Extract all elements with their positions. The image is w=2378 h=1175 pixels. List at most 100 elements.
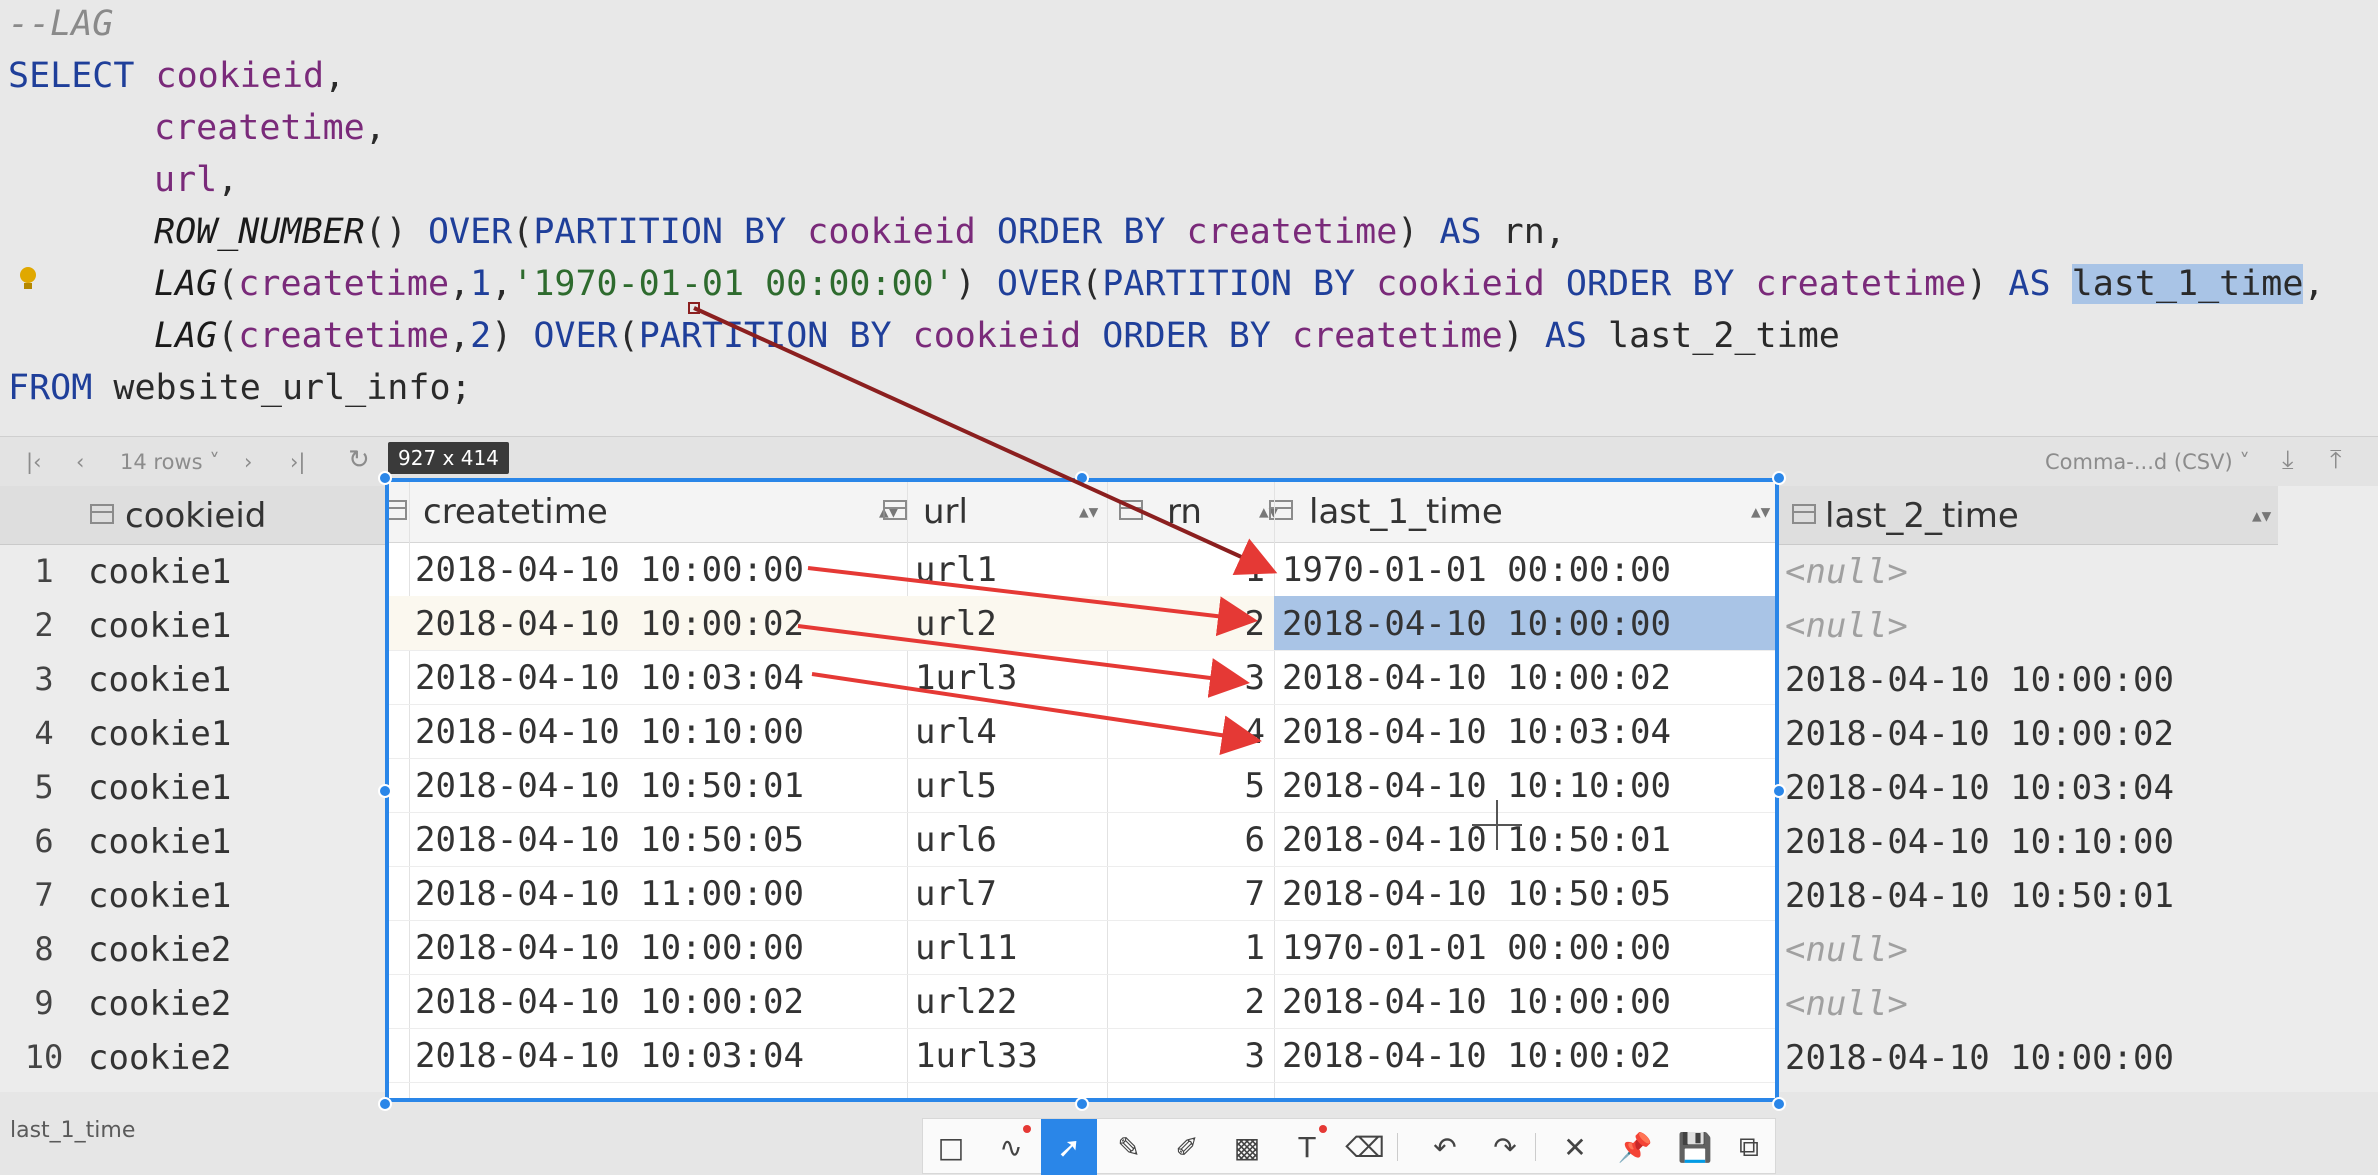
row-number[interactable]: 9 (8, 984, 80, 1022)
cell-last-1-time[interactable]: 2018-04-10 10:50:05 (1282, 874, 1671, 914)
cell-last-1-time[interactable]: 2018-04-10 10:03:04 (1282, 712, 1671, 752)
resize-handle[interactable] (1772, 1097, 1786, 1111)
cell-last-1-time[interactable]: 2018-04-10 10:10:00 (1282, 766, 1671, 806)
screenshot-capture-region[interactable]: createtime ▲▼ url ▲▼ rn ▲▼ last_1_time ▲▼ 2018-0… (385, 478, 1779, 1102)
resize-handle[interactable] (378, 1097, 392, 1111)
close-icon[interactable]: ✕ (1547, 1119, 1603, 1175)
cell-rn[interactable]: 2 (1107, 604, 1265, 644)
cell-url[interactable]: url4 (915, 712, 997, 752)
first-page-icon[interactable]: |‹ (26, 450, 41, 474)
cell-url[interactable]: url2 (915, 604, 997, 644)
cell-last-2-time[interactable]: 2018-04-10 10:03:04 (1785, 768, 2174, 808)
row-number[interactable]: 4 (8, 714, 80, 752)
rows-count-dropdown[interactable]: 14 rows ˅ (120, 450, 220, 474)
row-number[interactable]: 2 (8, 606, 80, 644)
row-number[interactable]: 3 (8, 660, 80, 698)
cell-last-2-time[interactable]: 2018-04-10 10:10:00 (1785, 822, 2174, 862)
cell-url[interactable]: url7 (915, 874, 997, 914)
cell-rn[interactable]: 2 (1107, 982, 1265, 1022)
cell-createtime[interactable]: 2018-04-10 10:50:01 (415, 766, 804, 806)
download-icon[interactable]: ⤓ (2282, 445, 2294, 476)
cell-rn[interactable]: 5 (1107, 766, 1265, 806)
column-divider[interactable] (409, 482, 410, 1098)
cell-url[interactable]: url22 (915, 982, 1017, 1022)
column-header-last-1-time[interactable]: last_1_time (1309, 492, 1503, 532)
cell-last-2-time[interactable]: 2018-04-10 10:00:02 (1785, 714, 2174, 754)
resize-handle[interactable] (378, 784, 392, 798)
copy-icon[interactable]: ⧉ (1721, 1119, 1777, 1175)
cell-last-2-time[interactable]: 2018-04-10 10:50:01 (1785, 876, 2174, 916)
column-divider[interactable] (907, 482, 908, 1098)
column-header-cookieid[interactable]: cookieid (125, 496, 266, 536)
cell-rn[interactable]: 4 (1107, 712, 1265, 752)
cell-last-1-time[interactable]: 1970-01-01 00:00:00 (1282, 928, 1671, 968)
sql-editor[interactable]: --LAG SELECT cookieid, createtime, url, … (0, 0, 2378, 436)
cell-createtime[interactable]: 2018-04-10 10:03:04 (415, 1036, 804, 1076)
cell-createtime[interactable]: 2018-04-10 10:50:05 (415, 820, 804, 860)
pin-icon[interactable]: 📌 (1607, 1119, 1663, 1175)
resize-handle[interactable] (1075, 471, 1089, 485)
row-number[interactable]: 10 (8, 1038, 80, 1076)
cell-createtime[interactable]: 2018-04-10 11:00:00 (415, 874, 804, 914)
cell-url[interactable]: url5 (915, 766, 997, 806)
cell-cookieid[interactable]: cookie1 (88, 552, 231, 592)
resize-handle[interactable] (1772, 471, 1786, 485)
cell-createtime[interactable]: 2018-04-10 10:00:02 (415, 982, 804, 1022)
cell-cookieid[interactable]: cookie1 (88, 714, 231, 754)
next-page-icon[interactable]: › (244, 450, 252, 474)
row-number[interactable]: 7 (8, 876, 80, 914)
refresh-icon[interactable]: ↻ (348, 445, 370, 475)
shape-icon[interactable]: □ (923, 1119, 979, 1175)
text-icon[interactable]: T (1279, 1119, 1335, 1175)
column-header-url[interactable]: url (923, 492, 968, 532)
sort-icon[interactable]: ▲▼ (1079, 502, 1098, 521)
cell-last-1-time[interactable]: 2018-04-10 10:00:00 (1282, 982, 1671, 1022)
column-header-createtime[interactable]: createtime (423, 492, 608, 532)
column-header-rn[interactable]: rn (1167, 492, 1202, 532)
sort-icon[interactable]: ▲▼ (1751, 502, 1770, 521)
column-divider[interactable] (1274, 482, 1275, 1098)
cell-url[interactable]: url1 (915, 550, 997, 590)
undo-icon[interactable]: ↶ (1417, 1119, 1473, 1175)
marker-icon[interactable]: ✐ (1159, 1119, 1215, 1175)
sort-icon[interactable]: ▲▼ (2252, 506, 2271, 525)
cell-cookieid[interactable]: cookie2 (88, 930, 231, 970)
cell-cookieid[interactable]: cookie1 (88, 660, 231, 700)
cell-cookieid[interactable]: cookie1 (88, 606, 231, 646)
cell-url[interactable]: 1url33 (915, 1036, 1038, 1076)
lightbulb-icon[interactable] (18, 266, 38, 292)
row-number[interactable]: 1 (8, 552, 80, 590)
line-icon[interactable]: ∿ (983, 1119, 1039, 1175)
cell-createtime[interactable]: 2018-04-10 10:00:00 (415, 550, 804, 590)
cell-rn[interactable]: 3 (1107, 1036, 1265, 1076)
cell-cookieid[interactable]: cookie1 (88, 876, 231, 916)
cell-rn[interactable]: 1 (1107, 928, 1265, 968)
cell-url[interactable]: url6 (915, 820, 997, 860)
resize-handle[interactable] (1772, 784, 1786, 798)
cell-last-1-time[interactable]: 2018-04-10 10:00:00 (1282, 604, 1671, 644)
cell-cookieid[interactable]: cookie2 (88, 984, 231, 1024)
row-number[interactable]: 5 (8, 768, 80, 806)
cell-last-1-time[interactable]: 2018-04-10 10:00:02 (1282, 658, 1671, 698)
cell-rn[interactable]: 6 (1107, 820, 1265, 860)
export-format-dropdown[interactable]: Comma-...d (CSV) ˅ (2045, 450, 2250, 474)
row-number[interactable]: 8 (8, 930, 80, 968)
cell-last-2-time[interactable]: <null> (1785, 984, 1908, 1024)
cell-rn[interactable]: 7 (1107, 874, 1265, 914)
cell-createtime[interactable]: 2018-04-10 10:03:04 (415, 658, 804, 698)
column-header-last-2-time[interactable]: last_2_time (1825, 496, 2019, 536)
cell-url[interactable]: url11 (915, 928, 1017, 968)
cell-rn[interactable]: 1 (1107, 550, 1265, 590)
resize-handle[interactable] (1075, 1097, 1089, 1111)
redo-icon[interactable]: ↷ (1477, 1119, 1533, 1175)
cell-last-1-time[interactable]: 1970-01-01 00:00:00 (1282, 550, 1671, 590)
cell-createtime[interactable]: 2018-04-10 10:10:00 (415, 712, 804, 752)
cell-last-1-time[interactable]: 2018-04-10 10:50:01 (1282, 820, 1671, 860)
cell-last-2-time[interactable]: 2018-04-10 10:00:00 (1785, 660, 2174, 700)
last-page-icon[interactable]: ›| (290, 450, 305, 474)
eraser-icon[interactable]: ⌫ (1337, 1119, 1393, 1175)
cell-rn[interactable]: 3 (1107, 658, 1265, 698)
cell-cookieid[interactable]: cookie2 (88, 1038, 231, 1078)
row-number[interactable]: 6 (8, 822, 80, 860)
mosaic-icon[interactable]: ▩ (1219, 1119, 1275, 1175)
